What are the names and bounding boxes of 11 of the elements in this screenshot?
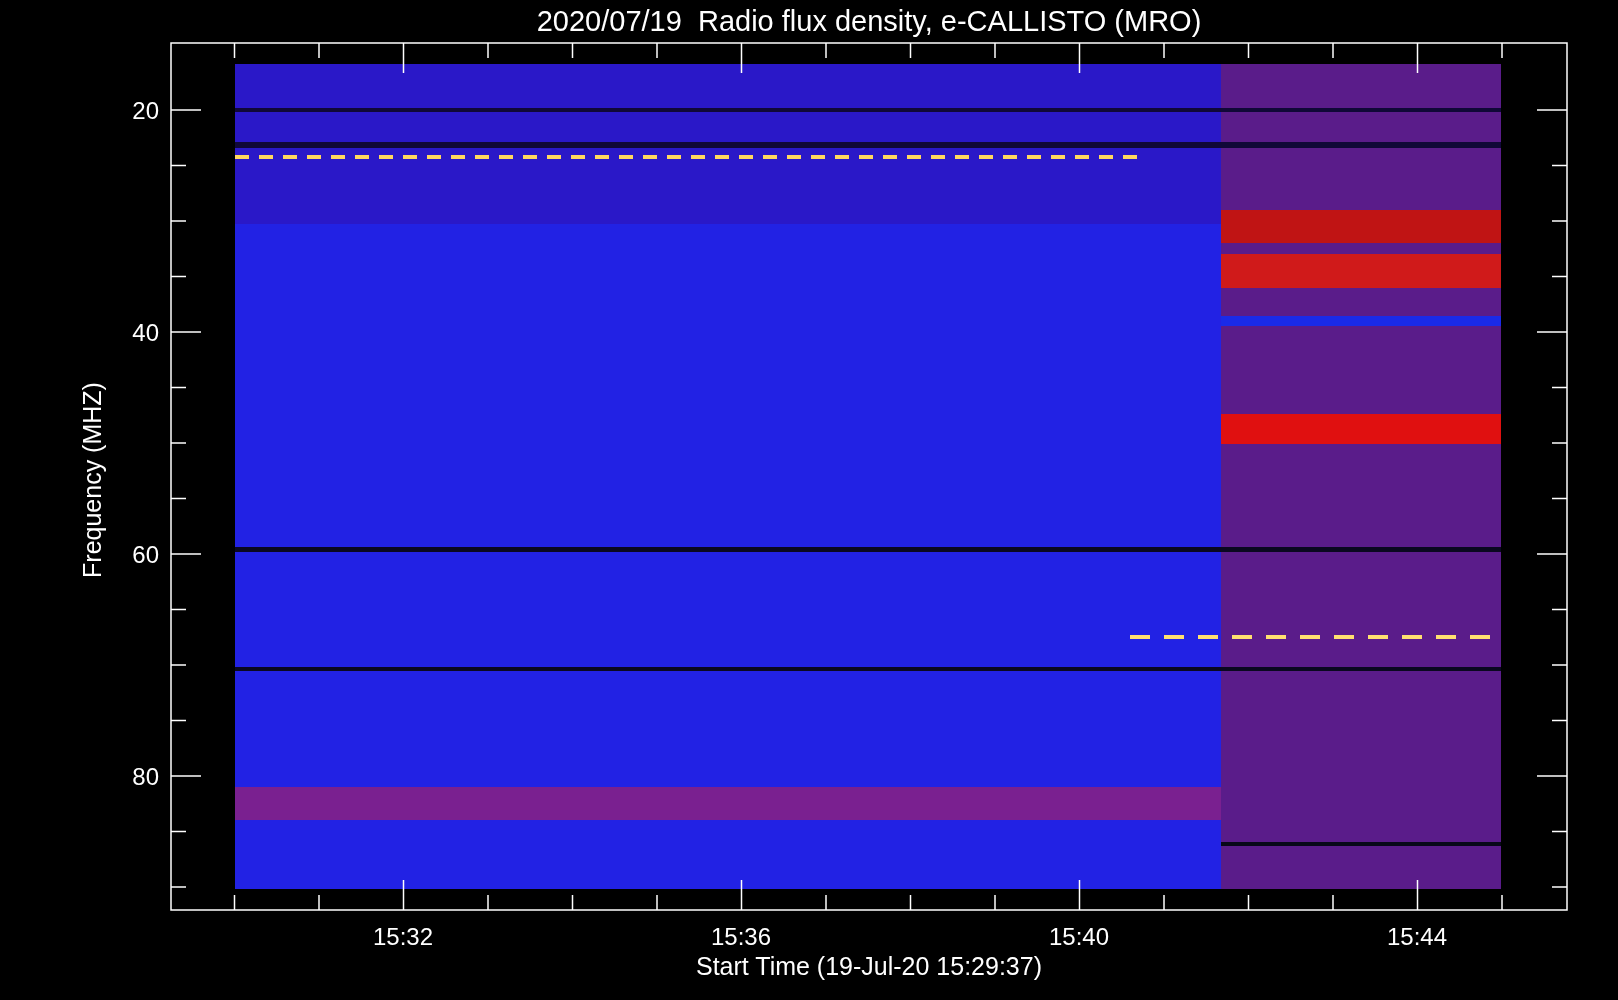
y-tick-label: 60 bbox=[132, 541, 159, 568]
x-tick-label: 15:32 bbox=[372, 923, 434, 950]
x-axis-label: Start Time (19-Jul-20 15:29:37) bbox=[696, 952, 1042, 980]
x-tick-label: 15:40 bbox=[1048, 923, 1110, 950]
chart-title: 2020/07/19 Radio flux density, e-CALLISTO (MRO) bbox=[536, 5, 1202, 37]
y-tick-label: 20 bbox=[132, 97, 159, 124]
x-tick-label: 15:36 bbox=[710, 923, 772, 950]
y-axis-label: Frequency (MHZ) bbox=[78, 382, 106, 578]
y-tick-label: 40 bbox=[132, 319, 159, 346]
x-tick-label: 15:44 bbox=[1386, 923, 1448, 950]
y-tick-label: 80 bbox=[132, 763, 159, 790]
